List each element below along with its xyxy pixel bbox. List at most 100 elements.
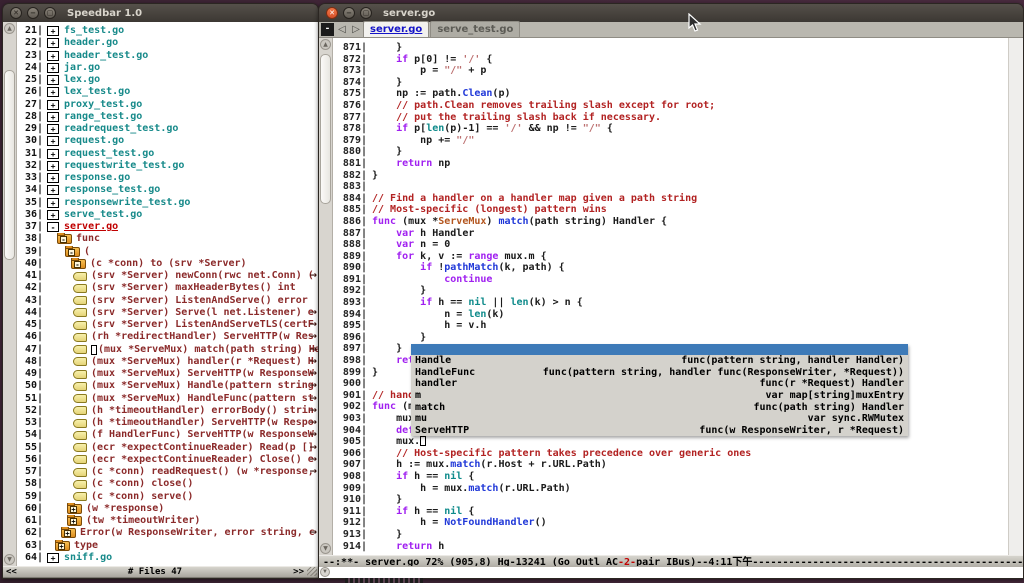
speedbar-item[interactable]: 46|(rh *redirectHandler) ServeHTTP(w Res… — [17, 331, 318, 343]
speedbar-item[interactable]: 45|(srv *Server) ListenAndServeTLS(certF… — [17, 319, 318, 331]
tag-icon[interactable] — [73, 419, 87, 428]
speedbar-item[interactable]: 31|+request_test.go — [17, 148, 318, 160]
expand-box-icon[interactable]: + — [47, 553, 59, 563]
speedbar-item[interactable]: 21|+fs_test.go — [17, 25, 318, 37]
speedbar-item[interactable]: 47|(mux *ServeMux) match(path string) Ha… — [17, 344, 318, 356]
minimize-icon[interactable]: − — [27, 7, 39, 19]
speedbar-item[interactable]: 35|+responsewrite_test.go — [17, 197, 318, 209]
tag-icon[interactable] — [73, 333, 87, 342]
speedbar-item[interactable]: 59|(c *conn) serve() — [17, 491, 318, 503]
autocomplete-row[interactable]: muvar sync.RWMutex — [411, 413, 908, 425]
expand-box-icon[interactable]: + — [47, 124, 59, 134]
tag-icon[interactable] — [73, 455, 87, 464]
speedbar-item-label[interactable]: (mux *ServeMux) handler(r *Request) H — [91, 356, 314, 368]
expand-box-icon[interactable]: + — [47, 75, 59, 85]
speedbar-item-label[interactable]: (tw *timeoutWriter) — [86, 515, 200, 527]
speedbar-item[interactable]: 57|(c *conn) readRequest() (w *response,… — [17, 466, 318, 478]
expand-box-icon[interactable]: + — [47, 149, 59, 159]
tag-icon[interactable] — [73, 357, 87, 366]
scroll-down-icon[interactable]: ▼ — [320, 543, 331, 554]
expand-box-icon[interactable]: + — [47, 38, 59, 48]
speedbar-item[interactable]: 53|(h *timeoutHandler) ServeHTTP(w Respo… — [17, 417, 318, 429]
tag-icon[interactable] — [73, 296, 87, 305]
speedbar-item[interactable]: 25|+lex.go — [17, 74, 318, 86]
speedbar-item-label[interactable]: func — [76, 233, 100, 245]
expand-box-icon[interactable]: + — [47, 26, 59, 36]
speedbar-item-label[interactable]: (ecr *expectContinueReader) Read(p [] — [91, 442, 314, 454]
tab-serve_test.go[interactable]: serve_test.go — [430, 21, 520, 37]
speedbar-item-label[interactable]: (f HandlerFunc) ServeHTTP(w ResponseW — [91, 429, 314, 441]
minimize-icon[interactable]: − — [343, 7, 355, 19]
autocomplete-popup[interactable]: Handlefunc(pattern string, handler Handl… — [411, 344, 908, 437]
speedbar-titlebar[interactable]: ✕ − ▢ Speedbar 1.0 — [3, 4, 318, 22]
speedbar-item[interactable]: 34|+response_test.go — [17, 184, 318, 196]
scroll-down-icon[interactable]: ▼ — [4, 554, 15, 565]
speedbar-item[interactable]: 29|+readrequest_test.go — [17, 123, 318, 135]
speedbar-item[interactable]: 51|(mux *ServeMux) HandleFunc(pattern st… — [17, 393, 318, 405]
speedbar-item[interactable]: 36|+serve_test.go — [17, 209, 318, 221]
speedbar-item[interactable]: 30|+request.go — [17, 135, 318, 147]
speedbar-item[interactable]: 58|(c *conn) close() — [17, 478, 318, 490]
speedbar-item-label[interactable]: header.go — [64, 37, 118, 49]
speedbar-item-label[interactable]: readrequest_test.go — [64, 123, 178, 135]
editor-titlebar[interactable]: ✕ − ▢ server.go — [319, 4, 1023, 22]
speedbar-item[interactable]: 41|(srv *Server) newConn(rwc net.Conn) (… — [17, 270, 318, 282]
expand-box-icon[interactable]: + — [47, 185, 59, 195]
speedbar-item-label[interactable]: fs_test.go — [64, 25, 124, 37]
expand-box-icon[interactable]: + — [47, 136, 59, 146]
editor-scrollbar[interactable]: ▲ ▼ — [319, 38, 333, 555]
speedbar-item-label[interactable]: (srv *Server) ListenAndServeTLS(certF — [91, 319, 314, 331]
speedbar-item[interactable]: 24|+jar.go — [17, 62, 318, 74]
speedbar-item-label[interactable]: (h *timeoutHandler) errorBody() strin — [91, 405, 314, 417]
folder-open-icon[interactable]: - — [71, 259, 86, 269]
tag-icon[interactable] — [73, 394, 87, 403]
speedbar-item[interactable]: 60|+(w *response) — [17, 503, 318, 515]
collapse-box-icon[interactable]: - — [47, 222, 59, 232]
speedbar-item[interactable]: 33|+response.go — [17, 172, 318, 184]
resize-grip[interactable] — [307, 566, 317, 576]
speedbar-item-label[interactable]: serve_test.go — [64, 209, 142, 221]
speedbar-item[interactable]: 27|+proxy_test.go — [17, 99, 318, 111]
expand-box-icon[interactable]: + — [47, 100, 59, 110]
speedbar-item[interactable]: 49|(mux *ServeMux) ServeHTTP(w ResponseW… — [17, 368, 318, 380]
speedbar-item[interactable]: 42|(srv *Server) maxHeaderBytes() int — [17, 282, 318, 294]
speedbar-item-label[interactable]: (c *conn) readRequest() (w *response, — [91, 466, 314, 478]
folder-closed-icon[interactable]: + — [61, 528, 76, 538]
speedbar-item-label[interactable]: lex.go — [64, 74, 100, 86]
speedbar-item-label[interactable]: (c *conn) to (srv *Server) — [90, 258, 247, 270]
speedbar-item-label[interactable]: sniff.go — [64, 552, 112, 564]
scroll-up-icon[interactable]: ▲ — [320, 39, 331, 50]
expand-box-icon[interactable]: + — [47, 63, 59, 73]
speedbar-item-label[interactable]: (w *response) — [86, 503, 164, 515]
speedbar-item[interactable]: 22|+header.go — [17, 37, 318, 49]
speedbar-item-label[interactable]: ( — [84, 246, 90, 258]
speedbar-item-label[interactable]: jar.go — [64, 62, 100, 74]
speedbar-item-label[interactable]: (ecr *expectContinueReader) Close() e — [91, 454, 314, 466]
speedbar-item-label[interactable]: request_test.go — [64, 148, 154, 160]
speedbar-item-label[interactable]: (mux *ServeMux) ServeHTTP(w ResponseW — [91, 368, 314, 380]
speedbar-item[interactable]: 54|(f HandlerFunc) ServeHTTP(w ResponseW… — [17, 429, 318, 441]
speedbar-item[interactable]: 62|+Error(w ResponseWriter, error string… — [17, 527, 318, 539]
speedbar-item[interactable]: 40|-(c *conn) to (srv *Server) — [17, 258, 318, 270]
expand-box-icon[interactable]: + — [47, 51, 59, 61]
close-icon[interactable]: ✕ — [326, 7, 338, 19]
speedbar-item[interactable]: 28|+range_test.go — [17, 111, 318, 123]
speedbar-item[interactable]: 43|(srv *Server) ListenAndServe() error — [17, 295, 318, 307]
speedbar-item[interactable]: 32|+requestwrite_test.go — [17, 160, 318, 172]
autocomplete-row[interactable]: matchfunc(path string) Handler — [411, 402, 908, 414]
tab-server.go[interactable]: server.go — [363, 21, 429, 37]
close-icon[interactable]: ✕ — [10, 7, 22, 19]
speedbar-item-label[interactable]: request.go — [64, 135, 124, 147]
speedbar-page-next[interactable]: >> — [293, 566, 304, 578]
autocomplete-row[interactable]: ServeHTTPfunc(w ResponseWriter, r *Reque… — [411, 425, 908, 437]
speedbar-item-label[interactable]: responsewrite_test.go — [64, 197, 190, 209]
speedbar-item[interactable]: 50|(mux *ServeMux) Handle(pattern string… — [17, 380, 318, 392]
speedbar-item[interactable]: 26|+lex_test.go — [17, 86, 318, 98]
tag-icon[interactable] — [73, 492, 87, 501]
tag-icon[interactable] — [73, 443, 87, 452]
tag-icon[interactable] — [73, 382, 87, 391]
speedbar-item[interactable]: 56|(ecr *expectContinueReader) Close() e… — [17, 454, 318, 466]
speedbar-item-label[interactable]: (srv *Server) maxHeaderBytes() int — [91, 282, 296, 294]
folder-open-icon[interactable]: - — [57, 234, 72, 244]
expand-box-icon[interactable]: + — [47, 87, 59, 97]
